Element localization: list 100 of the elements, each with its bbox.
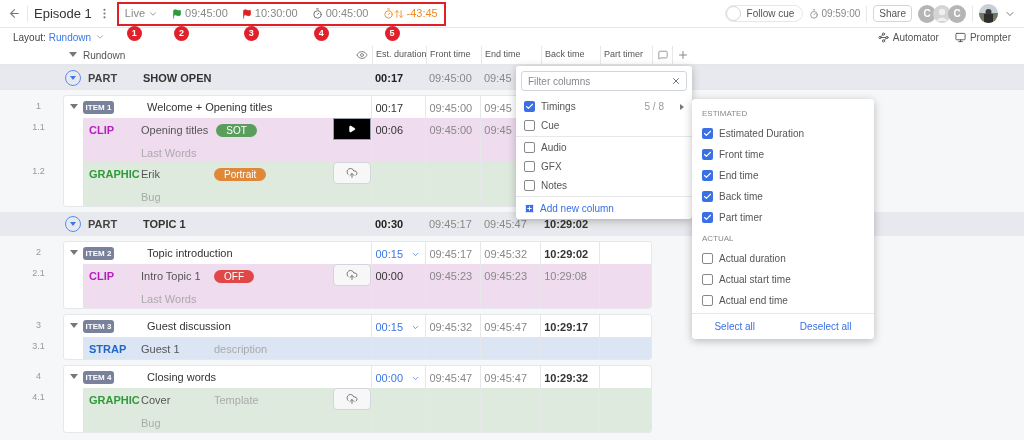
menu-option[interactable]: Actual duration xyxy=(692,248,874,269)
row-number: 3.1 xyxy=(31,340,46,353)
item-title: Welcome + Opening titles xyxy=(147,99,273,115)
stopwatch-icon xyxy=(311,8,323,19)
checkbox[interactable] xyxy=(524,120,535,131)
chevron-down-icon xyxy=(95,32,106,42)
caret-icon[interactable] xyxy=(69,104,78,110)
duration-dropdown[interactable]: 00:15 xyxy=(375,246,420,263)
live-dropdown[interactable]: Live xyxy=(124,5,158,22)
collaborator-avatar[interactable] xyxy=(933,4,951,23)
menu-option[interactable]: Back time xyxy=(692,186,874,207)
checkbox[interactable] xyxy=(702,191,713,202)
item-type: CLIP xyxy=(88,269,116,284)
check-icon xyxy=(525,102,534,111)
menu-option[interactable]: Notes xyxy=(516,176,692,195)
time-cell: 09:45:47 xyxy=(484,321,528,333)
collapse-all-icon[interactable] xyxy=(69,52,77,58)
time-cell: 09:45:32 xyxy=(429,321,473,333)
sub-item-title: Opening titles xyxy=(141,123,209,138)
checkbox[interactable] xyxy=(702,170,713,181)
time-cell: 09:45 xyxy=(484,124,512,136)
checkbox[interactable] xyxy=(702,128,713,139)
time-cell: 00:17 xyxy=(375,71,404,84)
item-badge: ITEM 3 xyxy=(83,319,114,333)
item-title: Closing words xyxy=(147,369,217,385)
menu-option[interactable]: End time xyxy=(692,165,874,186)
checkbox[interactable] xyxy=(702,149,713,160)
time-cell: 10:29:08 xyxy=(544,270,587,282)
time-cell: 09:45:00 xyxy=(429,124,473,136)
add-column-button[interactable]: Add new column xyxy=(516,197,622,219)
checkbox[interactable] xyxy=(702,212,713,223)
checkbox[interactable] xyxy=(702,274,713,285)
tag: SOT xyxy=(216,123,257,137)
toolbar-button[interactable]: Automator xyxy=(877,29,939,45)
time-cell: 09:45 xyxy=(484,102,512,114)
checkbox[interactable] xyxy=(524,161,535,172)
share-button[interactable]: Share xyxy=(873,5,912,22)
menu-option[interactable]: Timings 5 / 8 xyxy=(516,97,692,116)
part-title: TOPIC 1 xyxy=(143,216,187,232)
layout-dropdown[interactable]: Rundown xyxy=(48,29,106,45)
checkbox[interactable] xyxy=(702,253,713,264)
part-label: PART xyxy=(87,70,119,86)
check-icon xyxy=(703,192,712,201)
time-cell: 09:45 xyxy=(484,71,512,84)
checkbox[interactable] xyxy=(524,142,535,153)
caret-icon[interactable] xyxy=(69,323,78,329)
eye-icon[interactable] xyxy=(356,49,368,61)
back-icon[interactable] xyxy=(8,7,21,20)
section-heading: ESTIMATED xyxy=(701,108,749,120)
time-cell: 00:00 xyxy=(375,270,403,282)
item-badge: ITEM 1 xyxy=(83,100,114,114)
upload-button[interactable] xyxy=(333,264,372,286)
menu-option[interactable]: Audio xyxy=(516,138,692,157)
cloud-upload-icon xyxy=(346,167,359,179)
checkbox[interactable] xyxy=(524,101,535,112)
menu-option[interactable]: Actual end time xyxy=(692,290,874,311)
toolbar-button[interactable]: Prompter xyxy=(954,29,1011,45)
menu-option[interactable]: Estimated Duration xyxy=(692,123,874,144)
comment-icon[interactable] xyxy=(657,50,668,60)
select-all-link[interactable]: Select all xyxy=(714,319,755,334)
item-title: Topic introduction xyxy=(147,245,233,261)
caret-icon xyxy=(70,76,76,80)
status-time: 10:30:00 xyxy=(254,6,298,22)
row-number: 4.1 xyxy=(31,391,46,404)
upload-button[interactable] xyxy=(333,162,372,184)
flag-icon xyxy=(241,8,252,19)
sub-item-subtitle: Bug xyxy=(141,415,162,431)
time-cell: 09:45:17 xyxy=(429,217,472,230)
follow-cue-toggle[interactable]: Follow cue xyxy=(724,5,804,22)
item-badge: ITEM 2 xyxy=(83,246,114,260)
menu-option[interactable]: Front time xyxy=(692,144,874,165)
video-thumbnail[interactable] xyxy=(333,118,372,140)
row-number: 1.1 xyxy=(31,121,46,134)
menu-option[interactable]: Part timer xyxy=(692,207,874,228)
checkbox[interactable] xyxy=(524,180,535,191)
close-icon[interactable] xyxy=(671,76,681,86)
caret-icon[interactable] xyxy=(69,374,78,380)
sub-item-title: Erik xyxy=(141,167,161,182)
clock-time: 09:59:00 xyxy=(821,7,861,21)
checkbox[interactable] xyxy=(702,295,713,306)
duration-dropdown[interactable]: 00:00 xyxy=(375,370,420,387)
time-cell: 09:45:32 xyxy=(484,248,528,260)
add-column-icon[interactable] xyxy=(676,49,689,61)
column-header: End time xyxy=(485,48,521,62)
filter-field[interactable]: Filter columns xyxy=(521,71,687,91)
part-title: SHOW OPEN xyxy=(143,70,213,86)
menu-option[interactable]: GFX xyxy=(516,157,692,176)
menu-option[interactable]: Cue xyxy=(516,116,692,135)
duration-dropdown[interactable]: 00:15 xyxy=(375,319,420,336)
time-cell: 09:45:00 xyxy=(429,102,473,114)
time-cell: 00:17 xyxy=(375,102,403,114)
deselect-all-link[interactable]: Deselect all xyxy=(799,319,852,334)
caret-icon xyxy=(70,222,76,226)
upload-button[interactable] xyxy=(333,388,372,410)
time-cell: 10:29:02 xyxy=(544,248,589,260)
status-time: 09:45:00 xyxy=(185,6,228,22)
sub-item-subtitle: Last Words xyxy=(141,291,198,307)
plus-icon xyxy=(524,202,535,214)
caret-icon[interactable] xyxy=(69,250,78,256)
menu-option[interactable]: Actual start time xyxy=(692,269,874,290)
